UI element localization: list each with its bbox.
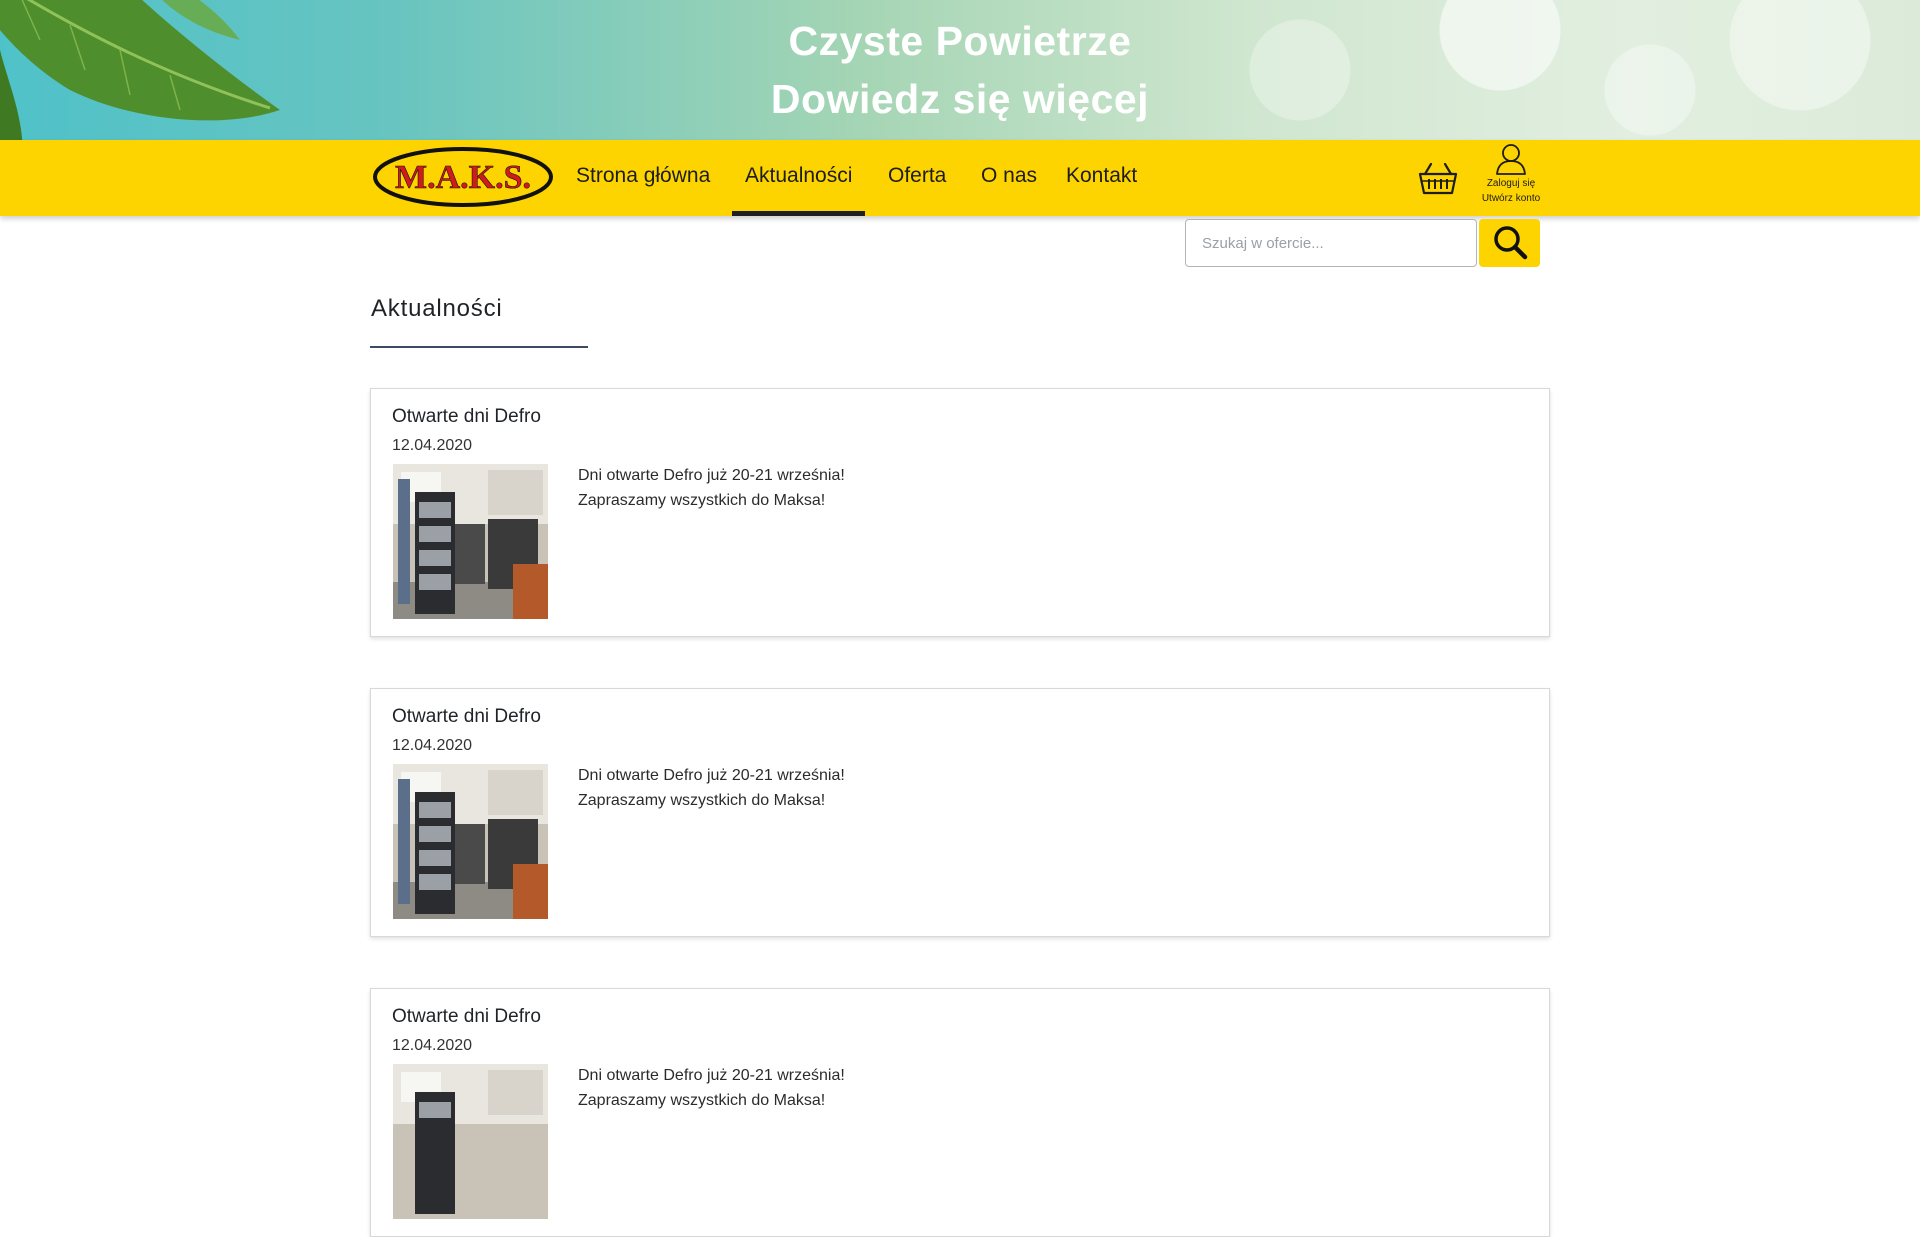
main-navbar: M.A.K.S. Strona główna Aktualności Ofert… (0, 140, 1920, 216)
news-excerpt-line: Zapraszamy wszystkich do Maksa! (578, 492, 826, 509)
news-date: 12.04.2020 (392, 737, 473, 754)
news-date: 12.04.2020 (392, 437, 473, 454)
svg-text:M.A.K.S.: M.A.K.S. (395, 159, 531, 196)
nav-news[interactable]: Aktualności (731, 140, 866, 216)
news-excerpt: Dni otwarte Defro już 20-21 września! Za… (578, 763, 845, 813)
news-thumbnail[interactable] (393, 464, 548, 619)
news-title[interactable]: Otwarte dni Defro (392, 406, 541, 428)
maks-logo[interactable]: M.A.K.S. (372, 146, 554, 208)
hero-banner[interactable]: Czyste Powietrze Dowiedz się więcej (0, 0, 1920, 140)
news-excerpt-line: Dni otwarte Defro już 20-21 września! (578, 467, 845, 484)
search-input[interactable] (1185, 219, 1477, 267)
banner-title-line1: Czyste Powietrze (788, 18, 1132, 64)
banner-cta-link[interactable]: Dowiedz się więcej (0, 76, 1920, 123)
news-date: 12.04.2020 (392, 1037, 473, 1054)
search-icon (1493, 225, 1527, 259)
user-icon (1496, 144, 1526, 175)
basket-icon[interactable] (1418, 160, 1458, 196)
news-thumbnail[interactable] (393, 764, 548, 919)
news-excerpt-line: Zapraszamy wszystkich do Maksa! (578, 792, 826, 809)
search-button[interactable] (1479, 219, 1540, 267)
news-excerpt-line: Zapraszamy wszystkich do Maksa! (578, 1092, 826, 1109)
login-link[interactable]: Zaloguj się (1478, 176, 1544, 192)
nav-contact[interactable]: Kontakt (1066, 140, 1137, 216)
news-card: Otwarte dni Defro 12.04.2020 Dni otwarte… (370, 688, 1550, 937)
nav-home[interactable]: Strona główna (576, 140, 710, 216)
news-card: Otwarte dni Defro 12.04.2020 Dni otwarte… (370, 988, 1550, 1237)
account-menu[interactable]: Zaloguj się Utwórz konto (1478, 140, 1544, 216)
heading-underline (370, 346, 588, 348)
news-excerpt-line: Dni otwarte Defro już 20-21 września! (578, 767, 845, 784)
nav-about[interactable]: O nas (981, 140, 1037, 216)
page-title: Aktualności (371, 295, 503, 322)
news-title[interactable]: Otwarte dni Defro (392, 706, 541, 728)
register-link[interactable]: Utwórz konto (1478, 191, 1544, 207)
news-card: Otwarte dni Defro 12.04.2020 Dni otwarte… (370, 388, 1550, 637)
news-thumbnail[interactable] (393, 1064, 548, 1219)
news-excerpt: Dni otwarte Defro już 20-21 września! Za… (578, 1063, 845, 1113)
nav-offer[interactable]: Oferta (888, 140, 946, 216)
news-title[interactable]: Otwarte dni Defro (392, 1006, 541, 1028)
news-excerpt: Dni otwarte Defro już 20-21 września! Za… (578, 463, 845, 513)
news-excerpt-line: Dni otwarte Defro już 20-21 września! (578, 1067, 845, 1084)
